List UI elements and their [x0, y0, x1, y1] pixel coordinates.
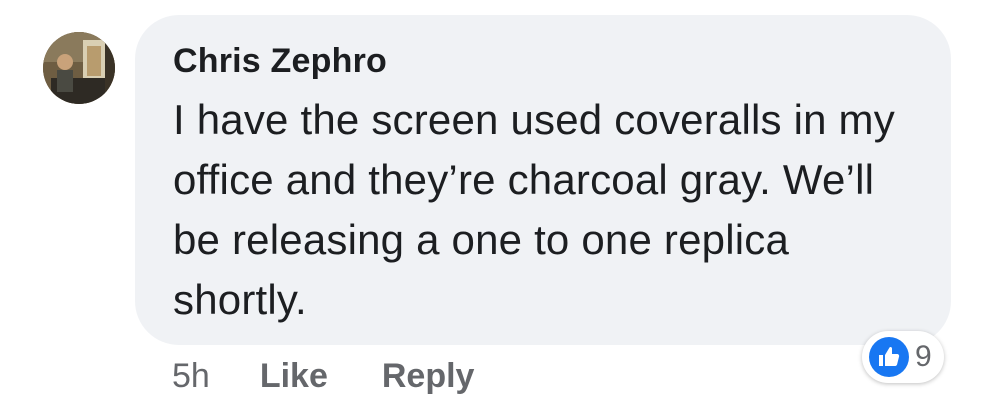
comment-bubble: Chris Zephro I have the screen used cove…: [135, 15, 951, 345]
reaction-summary[interactable]: 9: [862, 331, 944, 383]
reply-button[interactable]: Reply: [382, 357, 475, 396]
avatar-photo: [43, 32, 115, 104]
reaction-count: 9: [915, 340, 932, 373]
comment-text: I have the screen used coveralls in my o…: [173, 96, 895, 323]
thumbs-up-icon: [869, 337, 909, 377]
comment-author[interactable]: Chris Zephro: [173, 40, 921, 82]
like-button[interactable]: Like: [260, 357, 328, 396]
comment-actions: 5h Like Reply: [172, 352, 528, 400]
comment-timestamp[interactable]: 5h: [172, 357, 210, 396]
avatar[interactable]: [43, 32, 115, 104]
